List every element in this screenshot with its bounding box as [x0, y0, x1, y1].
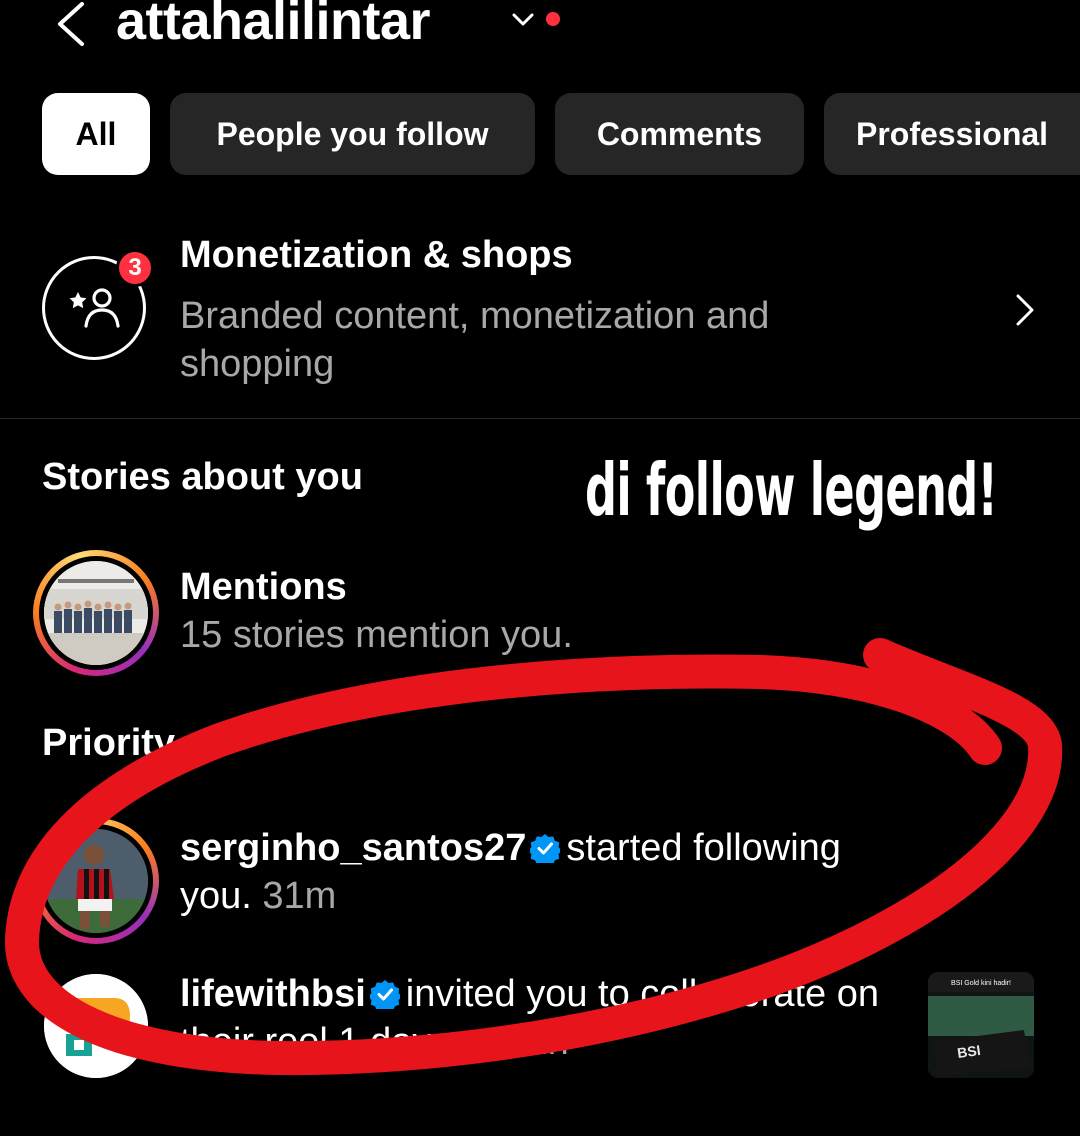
priority-section-title: Priority: [42, 722, 176, 764]
tab-professional[interactable]: Professional: [824, 93, 1080, 175]
chevron-right-icon[interactable]: [1012, 292, 1038, 328]
thumbnail-logo: BSI: [956, 1042, 981, 1061]
mentions-avatar[interactable]: [44, 561, 148, 665]
notification-follow[interactable]: serginho_santos27 started following you.…: [180, 824, 920, 920]
monetization-subtitle: Branded content, monetization and shoppi…: [180, 295, 770, 385]
thumbnail-caption: BSI Gold kini hadir!: [951, 980, 1011, 987]
verified-badge-icon: [369, 980, 400, 1009]
account-username[interactable]: attahalilintar: [116, 0, 431, 54]
notification-username[interactable]: lifewithbsi: [180, 973, 366, 1015]
notification-time: 1h: [526, 1021, 569, 1063]
star-person-icon: [69, 288, 120, 328]
tab-all[interactable]: All: [42, 93, 150, 175]
mentions-title[interactable]: Mentions: [180, 566, 347, 609]
brand-avatar[interactable]: [44, 974, 148, 1078]
reel-thumbnail[interactable]: BSI Gold kini hadir! BSI: [928, 972, 1034, 1078]
chevron-left-icon[interactable]: [52, 0, 92, 48]
notification-time: 31m: [262, 875, 337, 917]
chevron-down-icon[interactable]: [510, 10, 536, 30]
tab-comments[interactable]: Comments: [555, 93, 804, 175]
monetization-title[interactable]: Monetization & shops: [180, 232, 573, 278]
tab-people-you-follow[interactable]: People you follow: [170, 93, 535, 175]
mentions-subtitle: 15 stories mention you.: [180, 614, 573, 656]
unread-dot: [546, 12, 560, 26]
verified-badge-icon: [530, 834, 561, 863]
user-avatar[interactable]: [44, 829, 148, 933]
notification-username[interactable]: serginho_santos27: [180, 827, 526, 869]
section-divider: [0, 418, 1080, 419]
overlay-caption: di follow legend!: [585, 448, 998, 532]
notification-collab[interactable]: lifewithbsi invited you to collaborate o…: [180, 970, 900, 1066]
stories-section-title: Stories about you: [42, 456, 363, 498]
notification-count-badge: 3: [116, 249, 154, 287]
